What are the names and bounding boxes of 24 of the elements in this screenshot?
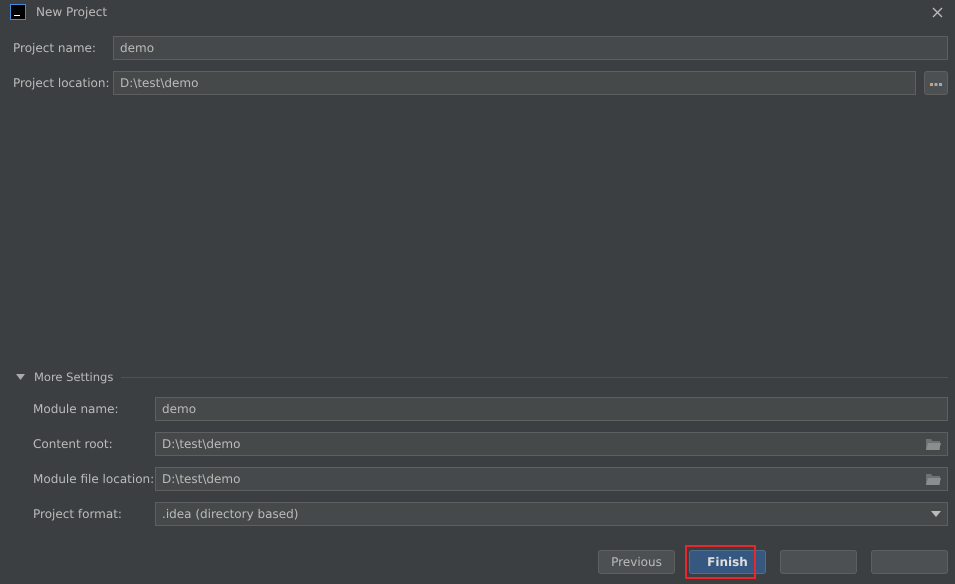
field-label: Project location:	[13, 76, 111, 90]
text-field[interactable]: D:\test\demo	[155, 432, 948, 456]
dialog-button[interactable]: Previous	[598, 550, 675, 574]
text-field[interactable]: D:\test\demo	[113, 71, 916, 95]
folder-icon[interactable]	[926, 438, 941, 450]
caret-icon	[931, 511, 941, 517]
window-title: New Project	[36, 5, 108, 19]
text-field[interactable]: demo	[113, 36, 948, 60]
section-title[interactable]: More Settings	[34, 370, 114, 384]
field-label: Module file location:	[33, 472, 155, 486]
field-label: Project format:	[33, 507, 123, 521]
close-icon[interactable]	[932, 6, 943, 18]
dialog-button[interactable]: Finish	[689, 550, 766, 574]
app-logo-icon	[10, 4, 26, 20]
field-label: Project name:	[13, 41, 97, 55]
text-field[interactable]: D:\test\demo	[155, 467, 948, 491]
browse-button[interactable]	[924, 71, 948, 95]
text-field[interactable]: demo	[155, 397, 948, 421]
expand-triangle-icon[interactable]	[16, 374, 25, 380]
field-label: Module name:	[33, 402, 120, 416]
folder-icon[interactable]	[926, 474, 941, 484]
dropdown[interactable]: .idea (directory based)	[155, 502, 948, 526]
dots-icon	[930, 83, 942, 87]
field-label: Content root:	[33, 437, 114, 451]
